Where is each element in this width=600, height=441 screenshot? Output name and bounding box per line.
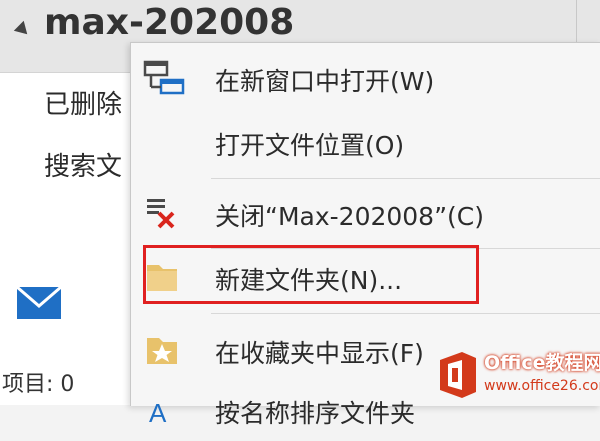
menu-item-label: 按名称排序文件夹: [215, 399, 416, 428]
close-data-file-icon: [143, 195, 187, 235]
collapse-arrow-icon[interactable]: [13, 20, 33, 40]
watermark-url: www.office26.com: [484, 378, 600, 394]
menu-item-open-file-location[interactable]: 打开文件位置(O): [131, 115, 600, 173]
menu-item-label: 在收藏夹中显示(F): [215, 339, 424, 368]
menu-item-open-new-window[interactable]: 在新窗口中打开(W): [131, 51, 600, 109]
highlight-box: [143, 245, 479, 304]
sort-icon: A: [143, 392, 187, 432]
menu-item-close-data-file[interactable]: 关闭“Max-202008”(C): [131, 186, 600, 244]
office-logo-icon: [436, 350, 480, 404]
folder-search[interactable]: 搜索文: [44, 146, 122, 183]
watermark-brand: Office教程网: [484, 352, 600, 374]
menu-separator: [211, 178, 600, 179]
menu-item-label: 打开文件位置(O): [215, 131, 405, 160]
menu-item-label: 关闭“Max-202008”(C): [215, 202, 485, 231]
account-name[interactable]: max-202008: [44, 2, 294, 43]
mail-icon[interactable]: [16, 285, 62, 324]
favorites-folder-icon: [143, 332, 187, 372]
folder-deleted-items[interactable]: 已删除: [44, 84, 122, 121]
open-new-window-icon: [143, 60, 187, 100]
watermark: Office教程网 www.office26.com: [436, 348, 600, 405]
svg-text:A: A: [149, 398, 167, 428]
items-count: 项目: 0: [2, 372, 75, 397]
menu-separator: [211, 313, 600, 314]
menu-item-label: 在新窗口中打开(W): [215, 67, 435, 96]
